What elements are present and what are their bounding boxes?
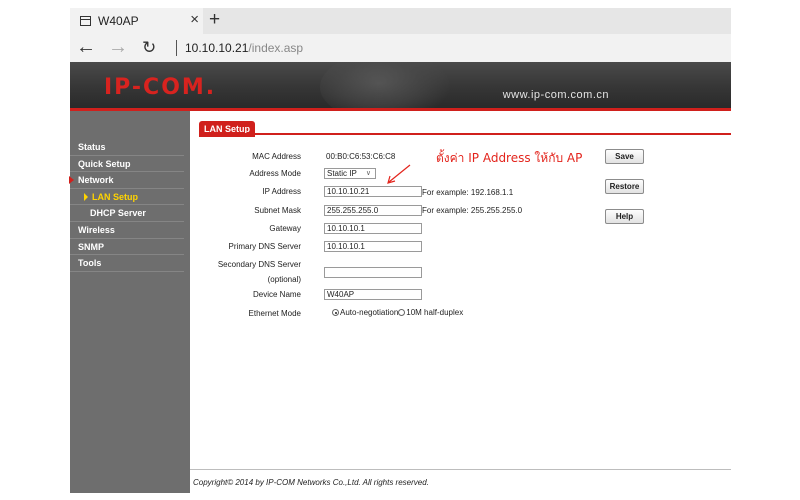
sidebar-item-dhcp-server[interactable]: DHCP Server (70, 205, 184, 222)
sidebar: Status Quick Setup Network LAN Setup DHC… (69, 111, 190, 493)
half-duplex-radio[interactable] (398, 309, 406, 317)
annotation-arrow-icon (387, 164, 411, 184)
sidebar-item-tools[interactable]: Tools (70, 255, 184, 272)
primary-dns-label: Primary DNS Server (228, 242, 301, 251)
help-button[interactable]: Help (605, 209, 644, 224)
subnet-mask-row: Subnet Mask 255.255.255.0 For example: 2… (190, 205, 590, 221)
subnet-mask-hint: For example: 255.255.255.0 (422, 206, 523, 215)
tab-title: W40AP (98, 14, 139, 28)
device-name-label: Device Name (252, 290, 301, 299)
logo-dot: . (205, 75, 217, 100)
primary-dns-row: Primary DNS Server 10.10.10.1 (190, 241, 590, 257)
save-button[interactable]: Save (605, 149, 644, 164)
back-arrow-icon[interactable]: ← (76, 36, 96, 58)
sidebar-item-status[interactable]: Status (70, 139, 184, 156)
address-mode-value: Static IP (327, 169, 357, 178)
gateway-label: Gateway (269, 224, 301, 233)
auto-negotiation-label: Auto-negotiation (340, 308, 399, 317)
ethernet-mode-options: Auto-negotiation 10M half-duplex (332, 308, 463, 317)
ip-address-row: IP Address 10.10.10.21 For example: 192.… (190, 186, 590, 202)
chevron-down-icon: ∨ (365, 170, 371, 177)
sidebar-item-network[interactable]: Network (69, 172, 184, 189)
primary-dns-input[interactable]: 10.10.10.1 (324, 241, 422, 252)
url-field[interactable]: 10.10.10.21/index.asp (185, 41, 303, 55)
secondary-dns-input[interactable] (324, 267, 422, 278)
secondary-dns-label: Secondary DNS Server (217, 260, 301, 269)
sidebar-item-snmp[interactable]: SNMP (70, 239, 184, 256)
ethernet-mode-label: Ethernet Mode (248, 309, 301, 318)
ipcom-logo: IP-COM. (104, 75, 216, 100)
main-content: LAN Setup MAC Address 00:B0:C6:53:C6:C8 … (190, 111, 731, 493)
ip-address-hint: For example: 192.168.1.1 (422, 188, 514, 197)
active-arrow-icon (84, 192, 88, 201)
logo-text: IP-COM (104, 75, 206, 100)
url-host: 10.10.10.21 (185, 41, 249, 55)
gateway-input[interactable]: 10.10.10.1 (324, 223, 422, 234)
mac-address-label: MAC Address (252, 152, 301, 161)
close-tab-icon[interactable]: × (190, 11, 199, 29)
subnet-mask-label: Subnet Mask (254, 206, 301, 215)
new-tab-icon[interactable]: + (209, 9, 220, 31)
gateway-row: Gateway 10.10.10.1 (190, 223, 590, 239)
address-mode-select[interactable]: Static IP ∨ (324, 168, 376, 179)
mac-address-value: 00:B0:C6:53:C6:C8 (326, 152, 396, 161)
auto-negotiation-radio[interactable] (332, 309, 339, 317)
device-name-row: Device Name W40AP (190, 289, 590, 305)
restore-button[interactable]: Restore (605, 179, 644, 194)
copyright-text: Copyright© 2014 by IP-COM Networks Co.,L… (193, 478, 429, 487)
site-url: www.ip-com.com.cn (502, 89, 609, 101)
ip-address-input[interactable]: 10.10.10.21 (324, 186, 422, 197)
sidebar-item-quick-setup[interactable]: Quick Setup (70, 156, 184, 173)
address-mode-label: Address Mode (249, 169, 301, 178)
device-name-input[interactable]: W40AP (324, 289, 422, 300)
sidebar-menu: Status Quick Setup Network LAN Setup DHC… (69, 139, 190, 272)
address-divider (176, 40, 177, 56)
half-duplex-label: 10M half-duplex (406, 308, 464, 317)
forward-arrow-icon[interactable]: → (108, 36, 128, 58)
page-footer: Copyright© 2014 by IP-COM Networks Co.,L… (190, 469, 731, 493)
page-icon (80, 16, 91, 26)
sidebar-item-label: LAN Setup (92, 191, 138, 202)
header-banner: IP-COM. www.ip-com.com.cn (70, 62, 731, 108)
globe-decoration (320, 62, 450, 108)
browser-tab[interactable]: W40AP × (70, 8, 203, 34)
tab-underline (199, 133, 731, 135)
address-bar: ← → ↻ 10.10.10.21/index.asp (70, 34, 731, 62)
refresh-icon[interactable]: ↻ (142, 37, 156, 59)
sidebar-item-label: Network (78, 175, 114, 186)
ethernet-mode-row: Ethernet Mode Auto-negotiation 10M half-d… (190, 308, 590, 324)
sidebar-item-wireless[interactable]: Wireless (70, 222, 184, 239)
expanded-arrow-icon (69, 176, 74, 185)
secondary-dns-optional-label: (optional) (267, 275, 301, 284)
secondary-dns-row: Secondary DNS Server (optional) (190, 259, 590, 285)
browser-tab-bar: W40AP × + (70, 8, 731, 34)
url-path: /index.asp (248, 41, 304, 55)
annotation-text: ตั้งค่า IP Address ให้กับ AP (436, 151, 583, 165)
subnet-mask-input[interactable]: 255.255.255.0 (324, 205, 422, 216)
sidebar-item-lan-setup[interactable]: LAN Setup (70, 189, 184, 206)
ip-address-label: IP Address (262, 187, 301, 196)
